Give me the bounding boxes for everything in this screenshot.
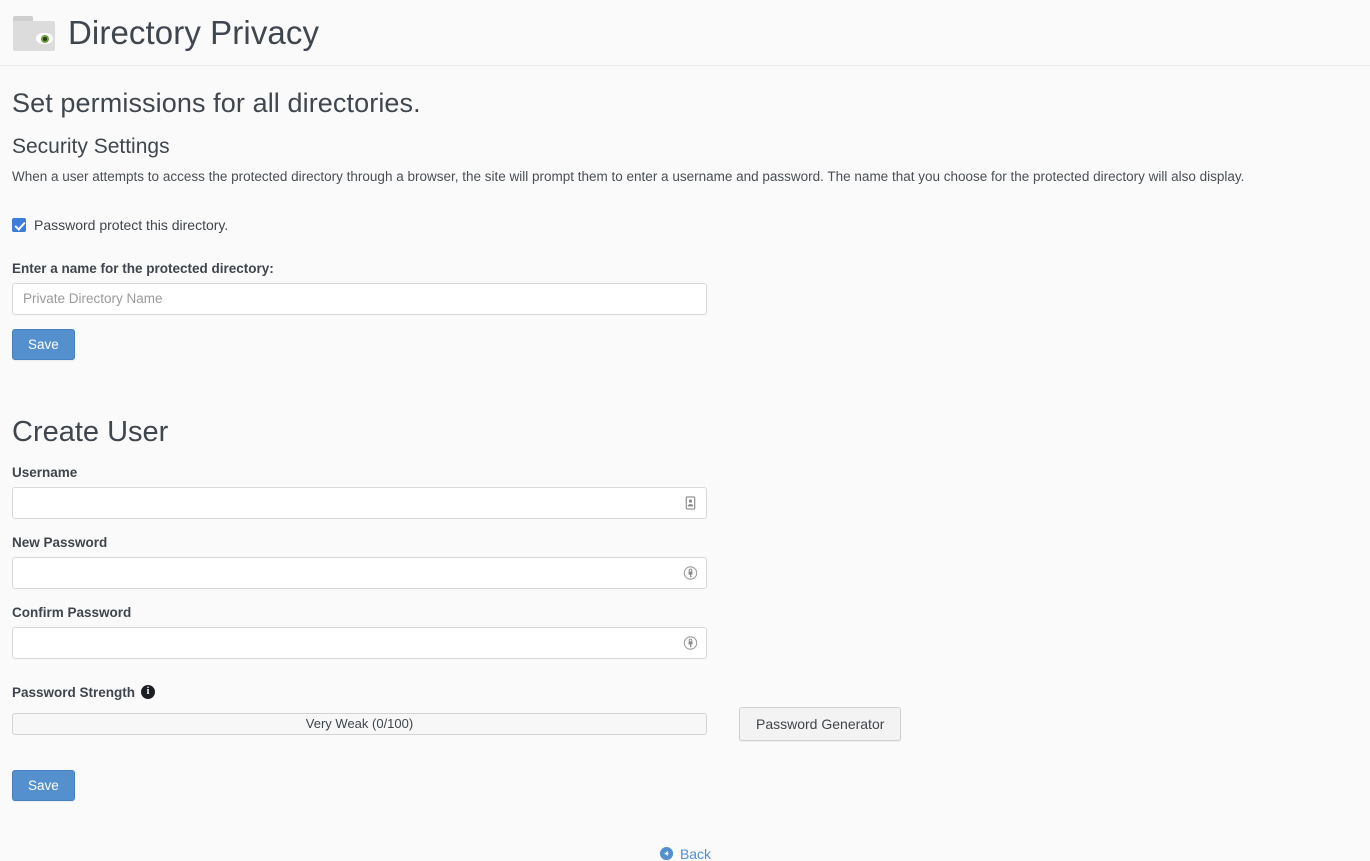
username-input[interactable] [12,487,707,519]
new-password-label: New Password [12,535,1358,550]
confirm-password-input[interactable] [12,627,707,659]
create-user-save-button[interactable]: Save [12,770,75,801]
create-user-heading: Create User [12,416,1358,449]
id-card-icon[interactable] [683,495,698,510]
password-protect-row[interactable]: Password protect this directory. [12,217,1358,233]
info-icon[interactable]: i [141,685,155,699]
security-settings-description: When a user attempts to access the prote… [12,168,1358,187]
page-subheading: Set permissions for all directories. [12,88,1358,119]
password-strength-text: Very Weak (0/100) [306,716,413,731]
folder-privacy-icon [12,13,58,53]
main-content: Set permissions for all directories. Sec… [0,88,1370,861]
back-link-label: Back [680,846,711,861]
security-save-button[interactable]: Save [12,329,75,360]
page-title: Directory Privacy [68,14,319,52]
password-generator-button[interactable]: Password Generator [739,707,901,741]
confirm-password-input-wrap [12,627,707,659]
password-strength-label-row: Password Strength i [12,685,1358,700]
password-protect-label: Password protect this directory. [34,217,228,233]
password-strength-row: Very Weak (0/100) Password Generator [12,707,1358,741]
security-save-row: Save [12,329,1358,360]
confirm-password-label: Confirm Password [12,605,1358,620]
page-header: Directory Privacy [0,0,1370,66]
password-strength-bar: Very Weak (0/100) [12,713,707,735]
security-settings-title: Security Settings [12,135,1358,159]
username-label: Username [12,465,1358,480]
directory-name-input[interactable] [12,283,707,315]
password-protect-checkbox[interactable] [12,218,26,232]
new-password-input[interactable] [12,557,707,589]
directory-name-input-wrap [12,283,707,315]
password-strength-label: Password Strength [12,685,135,700]
key-lock-icon[interactable] [683,565,698,580]
directory-name-label: Enter a name for the protected directory… [12,261,1358,276]
username-input-wrap [12,487,707,519]
arrow-circle-left-icon [659,846,674,861]
new-password-input-wrap [12,557,707,589]
footer: Back [12,846,1358,861]
create-user-save-row: Save [12,770,1358,801]
key-lock-icon[interactable] [683,635,698,650]
back-link[interactable]: Back [659,846,711,861]
password-generator-wrap: Password Generator [739,707,901,741]
